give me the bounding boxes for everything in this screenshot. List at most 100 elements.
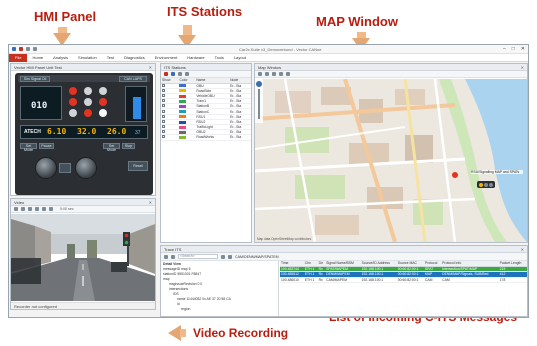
map-window-pane: Map Window ✕ RSU/Signalling MAP and SPAT… (254, 63, 528, 243)
menu-layout[interactable]: Layout (229, 55, 251, 60)
hmi-reset-button[interactable]: Reset (128, 161, 148, 171)
hmi-center-switch[interactable] (59, 163, 71, 173)
station-color-swatch (179, 104, 187, 108)
hmi-left-knob[interactable] (35, 157, 57, 179)
stations-rows: OBU Er...Sta RoadSide Er...Sta VehicleOBU Er.… (161, 83, 251, 141)
menu-hardware[interactable]: Hardware (182, 55, 209, 60)
message-cell-mac: 00:60:82:00:1 (396, 277, 424, 284)
hmi-main-display: 010 (20, 86, 62, 120)
trace-filter-label[interactable]: CAM/DENM/MAP/SPATEM (235, 255, 279, 259)
traffic-light-marker[interactable] (477, 181, 495, 188)
minimize-icon[interactable]: – (503, 46, 506, 52)
map-attribution: Map data OpenStreetMap contributors (257, 237, 312, 241)
station-color (178, 134, 196, 141)
station-color-swatch (179, 99, 187, 103)
menu-simulation[interactable]: Simulation (73, 55, 102, 60)
trace-header: Trace ITS ✕ (161, 246, 527, 253)
map-canvas[interactable]: RSU/Signalling MAP and SPATs Map data Op… (255, 79, 527, 242)
detail-icon[interactable] (164, 254, 168, 259)
camera-icon[interactable] (49, 207, 53, 211)
signal-light-off-1 (69, 109, 77, 117)
hmi-stop-button[interactable]: Stop (122, 143, 135, 149)
ribbon-menu: File Home Analysis Simulation Test Diagn… (9, 53, 528, 62)
settings-icon[interactable] (185, 72, 189, 76)
station-color-swatch (179, 84, 187, 88)
center-icon[interactable] (286, 72, 290, 76)
menu-home[interactable]: Home (27, 55, 48, 60)
record-icon[interactable] (19, 47, 23, 51)
hmi-center-knob[interactable] (75, 157, 97, 179)
columns-icon[interactable] (228, 254, 232, 259)
message-cell-signal: CAM/MAPEM (325, 277, 361, 284)
message-cell-src: 192.168.100.1 (360, 277, 397, 284)
zoom-in-icon[interactable] (265, 72, 269, 76)
video-title: Video (14, 200, 25, 205)
close-icon[interactable]: ✕ (521, 46, 525, 52)
can-laps-button[interactable]: CAN LAPS (119, 76, 147, 82)
message-row[interactable]: 100.486010 ETH 1 Rx CAM/MAPEM 192.168.100.1 0… (280, 277, 527, 284)
filter-icon[interactable] (221, 254, 225, 259)
detail-line: region (181, 307, 191, 311)
signal-light-red-2 (69, 98, 77, 106)
menu-tools[interactable]: Tools (210, 55, 229, 60)
pause-icon[interactable] (21, 207, 25, 211)
callout-video-arrow-stem (180, 329, 186, 337)
menu-test[interactable]: Test (102, 55, 119, 60)
hmi-set-mode-button-1[interactable]: Set Mode (20, 143, 37, 152)
message-rows: 100.483744 ETH 1 Rx SPAT/MAPEM 192.168.100.1… (280, 266, 527, 284)
message-table: Time Chn Dir Signal Name/BSM Source/ID A… (280, 261, 527, 284)
its-stations-pane: ITS Stations Show Color Name Node OBU Er.… (160, 63, 252, 243)
video-pane: Video ✕ 0:00 sec Recorder not configured (10, 198, 156, 310)
open-icon[interactable] (26, 47, 30, 51)
callout-stations-arrow-stem (183, 25, 192, 35)
station-node: Er...Sta (229, 134, 251, 141)
station-color-swatch (179, 125, 187, 129)
map-title: Map Window (258, 65, 282, 70)
filter-icon[interactable] (178, 72, 182, 76)
window-controls: – □ ✕ (503, 46, 525, 52)
signal-light-red-1 (69, 87, 77, 95)
video-timestamp: 0:00 sec (60, 207, 74, 211)
close-icon[interactable]: ✕ (521, 64, 524, 71)
message-cell-info: CAM (441, 277, 499, 284)
hmi-device: Sim Signal Ctl CAN LAPS 010 ATECH 6.10 3… (15, 73, 153, 195)
callout-map-window: MAP Window (316, 14, 398, 29)
station-color-swatch (179, 110, 187, 114)
menu-analysis[interactable]: Analysis (48, 55, 73, 60)
menu-diagnostics[interactable]: Diagnostics (119, 55, 150, 60)
signal-light-off-4 (99, 87, 107, 95)
step-forward-icon[interactable] (42, 207, 46, 211)
hmi-bar-gauge (125, 86, 147, 122)
play-icon[interactable] (14, 207, 18, 211)
hmi-pause-button[interactable]: Pause (39, 143, 54, 149)
step-back-icon[interactable] (35, 207, 39, 211)
menu-file[interactable]: File (9, 53, 28, 62)
message-cell-len: 178 (498, 277, 527, 284)
stop-icon[interactable] (28, 207, 32, 211)
trace-search-input[interactable]: <Search> (178, 254, 218, 259)
message-cell-chn: ETH 1 (303, 277, 318, 284)
print-icon[interactable] (33, 47, 37, 51)
station-row[interactable]: RoadWorks Er...Sta (161, 134, 251, 141)
hmi-panel-header: Vector HMI Panel Unit Test ✕ (11, 64, 155, 71)
hmi-bar-value: 37 (135, 130, 141, 136)
trace-toolbar: <Search> CAM/DENM/MAP/SPATEM (161, 253, 527, 261)
maximize-icon[interactable]: □ (512, 46, 515, 52)
station-show-checkbox[interactable] (161, 134, 179, 141)
pan-icon[interactable] (258, 72, 262, 76)
station-color-swatch (179, 130, 187, 134)
close-icon[interactable]: ✕ (149, 199, 152, 206)
layers-icon[interactable] (279, 72, 283, 76)
stop-icon[interactable] (164, 72, 168, 76)
hmi-set-mode-button-2[interactable]: Set Mode (103, 143, 120, 152)
close-icon[interactable]: ✕ (149, 64, 152, 71)
menu-environment[interactable]: Environment (150, 55, 182, 60)
sim-signal-ctl-button[interactable]: Sim Signal Ctl (20, 76, 50, 82)
add-icon[interactable] (171, 72, 175, 76)
save-icon[interactable] (12, 47, 16, 51)
close-icon[interactable]: ✕ (521, 246, 524, 253)
pause-icon[interactable] (171, 254, 175, 259)
station-name: RoadWorks (195, 134, 230, 141)
zoom-out-icon[interactable] (272, 72, 276, 76)
callout-its-stations: ITS Stations (167, 4, 243, 19)
